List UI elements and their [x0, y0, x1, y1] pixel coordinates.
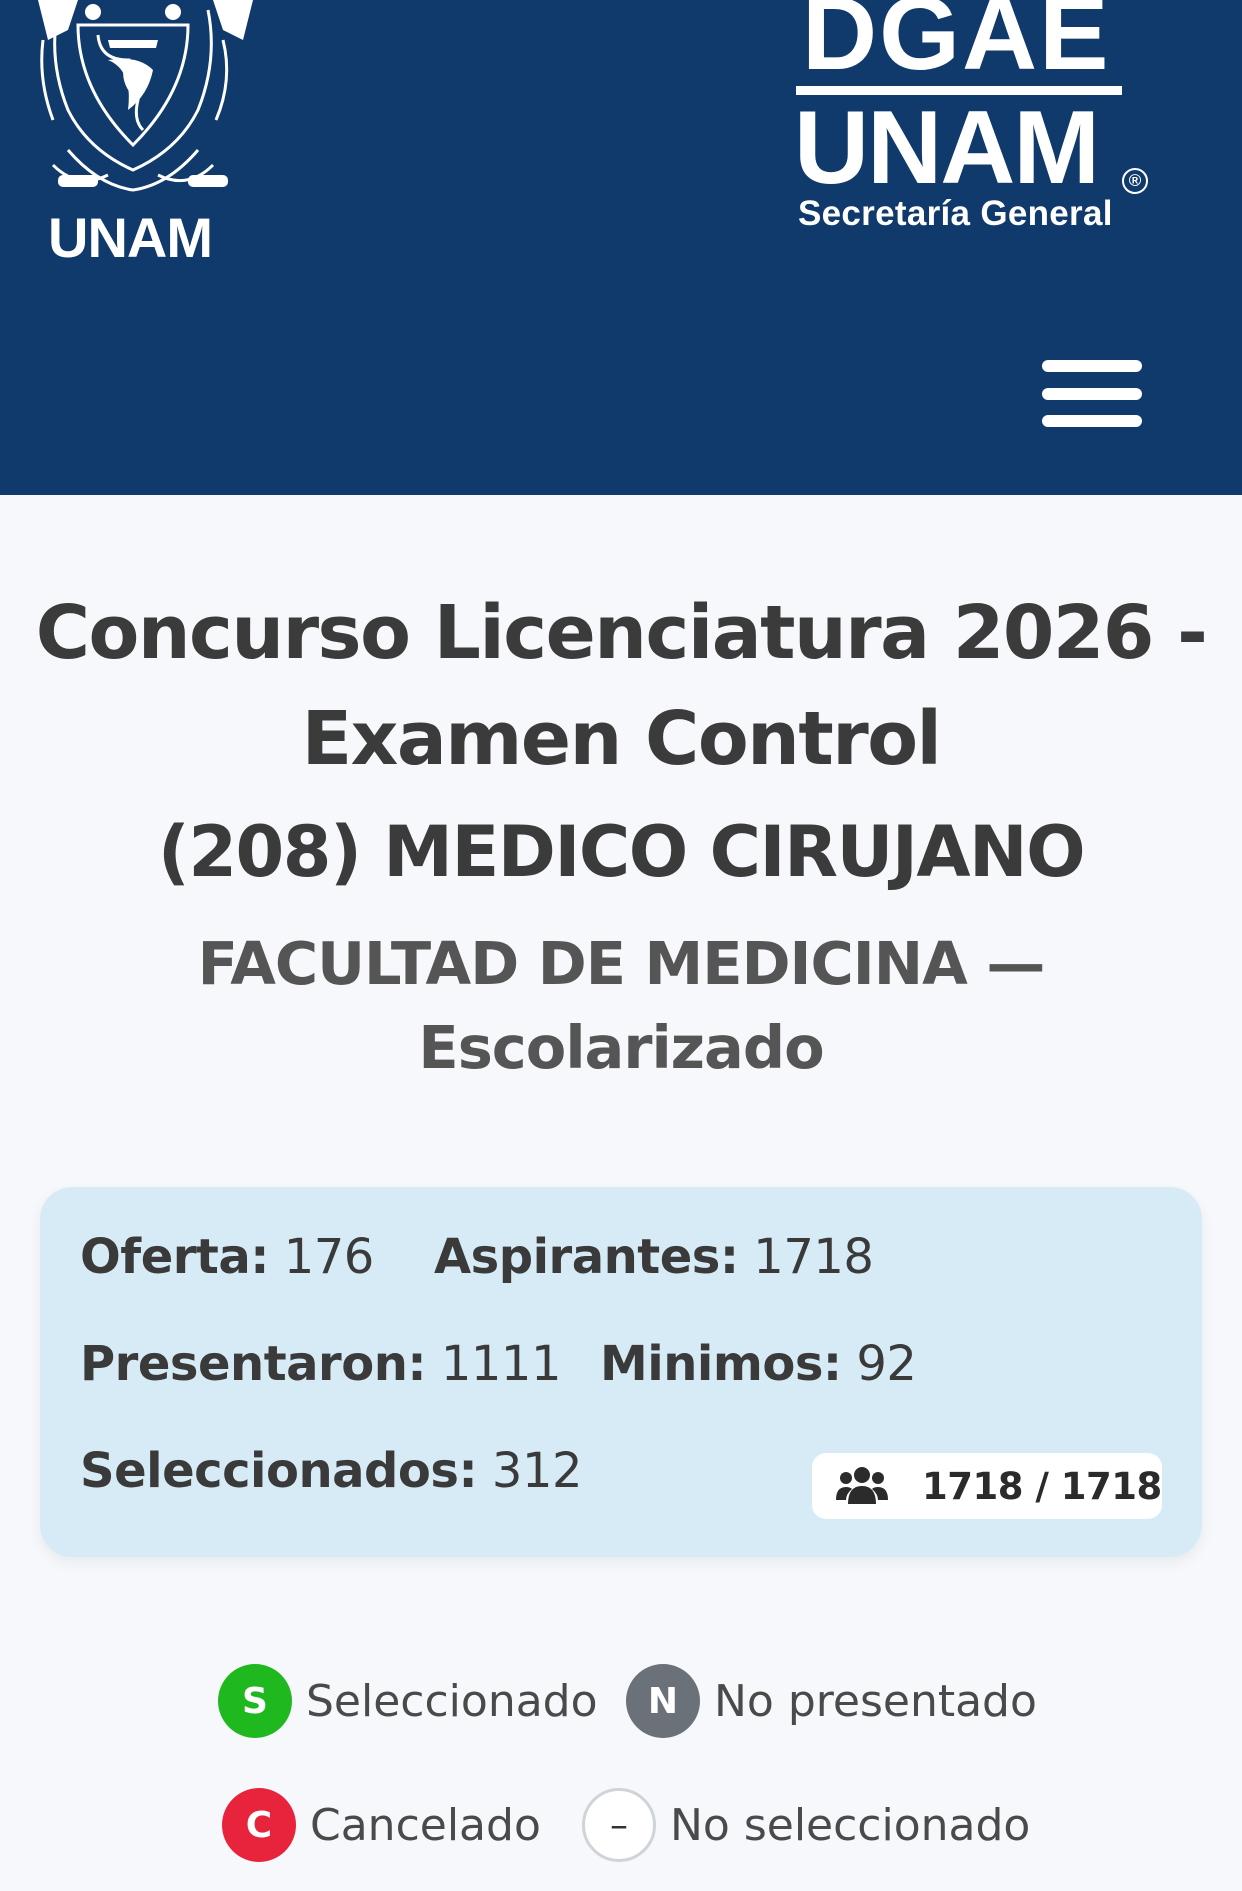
hamburger-menu-icon: [1042, 360, 1142, 372]
unam-logo[interactable]: UNAM: [38, 0, 258, 275]
legend-item-seleccionado: S Seleccionado: [218, 1664, 598, 1738]
stat-minimos: Minimos: 92: [600, 1336, 917, 1392]
legend-item-cancelado: C Cancelado: [222, 1788, 541, 1862]
stat-oferta-label: Oferta:: [80, 1229, 269, 1285]
program-name: (208) MEDICO CIRUJANO: [157, 811, 1086, 893]
stat-minimos-value: 92: [856, 1336, 917, 1392]
status-selected-badge: S: [218, 1664, 292, 1738]
page-title: Concurso Licenciatura 2026 - Examen Cont…: [35, 590, 1208, 782]
status-cancelled-badge: C: [222, 1788, 296, 1862]
status-legend: S Seleccionado N No presentado C Cancela…: [40, 1610, 1202, 1891]
status-absent-badge: N: [626, 1664, 700, 1738]
stat-presentaron-label: Presentaron:: [80, 1336, 427, 1392]
status-not-selected-badge: –: [582, 1788, 656, 1862]
stat-seleccionados: Seleccionados: 312: [80, 1443, 583, 1499]
stat-aspirantes-label: Aspirantes:: [434, 1229, 739, 1285]
legend-item-no-seleccionado: – No seleccionado: [582, 1788, 1030, 1862]
stat-minimos-label: Minimos:: [600, 1336, 842, 1392]
unam-seal-icon: [38, 0, 253, 192]
unam-logo-text: UNAM: [48, 206, 213, 269]
applicants-count-badge[interactable]: 1718 / 1718: [812, 1453, 1162, 1519]
stats-card: Oferta: 176 Aspirantes: 1718 Presentaron…: [40, 1187, 1202, 1557]
stat-presentaron-value: 1111: [440, 1336, 562, 1392]
legend-label: No presentado: [714, 1675, 1037, 1727]
hamburger-menu-icon: [1042, 388, 1142, 400]
dgae-logo-text: DGAE: [802, 0, 1111, 92]
site-header: UNAM DGAE UNAM ® Secretaría General: [0, 0, 1242, 495]
dgae-subtitle: Secretaría General: [798, 194, 1113, 233]
stat-seleccionados-value: 312: [491, 1443, 583, 1499]
applicants-count-text: 1718 / 1718: [922, 1464, 1162, 1508]
registered-mark-icon: ®: [1122, 168, 1148, 194]
stat-oferta-value: 176: [283, 1229, 375, 1285]
page-heading: Concurso Licenciatura 2026 - Examen Cont…: [0, 580, 1242, 1090]
legend-label: Seleccionado: [306, 1675, 598, 1727]
hamburger-menu-button[interactable]: [1042, 360, 1144, 432]
stat-seleccionados-label: Seleccionados:: [80, 1443, 478, 1499]
dgae-unam-text: UNAM: [794, 90, 1100, 206]
legend-label: No seleccionado: [670, 1799, 1031, 1851]
stat-presentaron: Presentaron: 1111: [80, 1336, 561, 1392]
stat-aspirantes-value: 1718: [753, 1229, 874, 1285]
legend-item-no-presentado: N No presentado: [626, 1664, 1037, 1738]
faculty-name: FACULTAD DE MEDICINA — Escolarizado: [197, 929, 1046, 1082]
dgae-unam-logo[interactable]: DGAE UNAM ® Secretaría General: [790, 0, 1160, 240]
hamburger-menu-icon: [1042, 415, 1142, 427]
legend-label: Cancelado: [310, 1799, 541, 1851]
users-icon: [836, 1467, 888, 1504]
stat-aspirantes: Aspirantes: 1718: [434, 1229, 874, 1285]
stat-oferta: Oferta: 176: [80, 1229, 374, 1285]
